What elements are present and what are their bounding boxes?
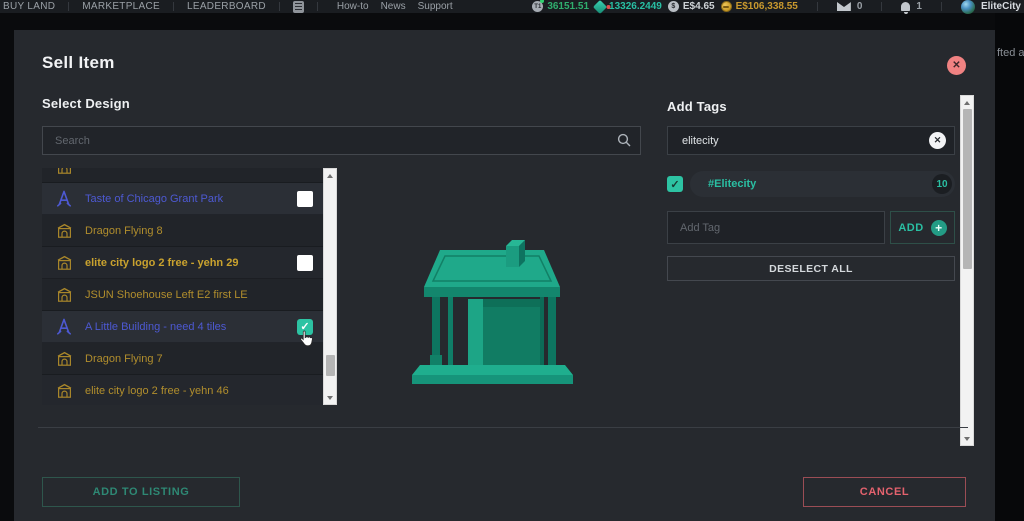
cancel-button[interactable]: CANCEL xyxy=(803,477,966,507)
link-support[interactable]: Support xyxy=(418,1,453,12)
link-news[interactable]: News xyxy=(381,1,406,12)
scroll-down-icon[interactable] xyxy=(961,433,973,444)
search-input[interactable] xyxy=(42,126,641,155)
design-list-item[interactable]: Dragon Flying 8 xyxy=(42,215,323,247)
scrollbar-thumb[interactable] xyxy=(326,355,335,376)
design-search xyxy=(42,126,641,155)
landmark-icon xyxy=(56,318,72,336)
tag-row: #Elitecity 10 xyxy=(667,171,955,197)
design-item-label: A Little Building - need 4 tiles xyxy=(85,321,291,333)
sell-item-modal: Sell Item Select Design xyxy=(14,30,995,521)
design-list-item[interactable] xyxy=(42,168,323,183)
page-title: Sell Item xyxy=(42,53,115,73)
balance-gold[interactable]: E$106,338.55 xyxy=(721,1,798,12)
building-icon xyxy=(56,287,73,303)
close-icon[interactable] xyxy=(947,56,966,75)
scrollbar-thumb[interactable] xyxy=(963,109,972,269)
tag-checkbox-checked[interactable] xyxy=(667,176,683,192)
add-tag-button[interactable]: ADD xyxy=(890,211,955,244)
design-list-item[interactable]: elite city logo 2 free - yehn 29 xyxy=(42,247,323,279)
building-icon xyxy=(56,255,73,271)
divider xyxy=(68,2,69,11)
tag-count-badge: 10 xyxy=(932,174,952,194)
gem-icon xyxy=(593,0,607,14)
scroll-down-icon[interactable] xyxy=(324,392,336,403)
modal-scrollbar[interactable] xyxy=(960,95,974,446)
select-design-heading: Select Design xyxy=(42,96,130,111)
tag-filter-input[interactable] xyxy=(667,126,955,155)
design-item-label: JSUN Shoehouse Left E2 first LE xyxy=(85,289,313,301)
gold-coin-icon xyxy=(721,1,732,12)
bell-count: 1 xyxy=(916,1,922,12)
avatar[interactable] xyxy=(961,0,975,14)
balance-usd[interactable]: $ E$4.65 xyxy=(668,1,715,12)
t1-coin-icon: T1 xyxy=(532,1,543,12)
add-tag-input[interactable] xyxy=(667,211,885,244)
tag-pill[interactable]: #Elitecity 10 xyxy=(690,171,955,197)
add-tags-heading: Add Tags xyxy=(667,99,727,114)
tag-label: #Elitecity xyxy=(708,178,932,190)
notification-fragment: fted a j xyxy=(997,47,1024,59)
dollar-coin-icon: $ xyxy=(668,1,679,12)
background-panel: fted a j xyxy=(995,13,1024,521)
design-3d-preview[interactable] xyxy=(390,218,620,400)
feed-icon[interactable] xyxy=(293,1,304,13)
building-icon xyxy=(56,351,73,367)
add-tag xyxy=(667,211,885,244)
mail-count: 0 xyxy=(857,1,863,12)
building-icon xyxy=(56,383,73,399)
username[interactable]: EliteCity xyxy=(981,1,1021,12)
search-icon xyxy=(617,133,631,147)
nav-buy-land[interactable]: BUY LAND xyxy=(3,1,55,12)
design-item-checkbox[interactable] xyxy=(297,255,313,271)
design-list-item[interactable]: A Little Building - need 4 tiles xyxy=(42,311,323,343)
balance-gem[interactable]: 13326.2449 xyxy=(595,1,662,12)
design-item-label: elite city logo 2 free - yehn 46 xyxy=(85,385,313,397)
nav-marketplace[interactable]: MARKETPLACE xyxy=(82,1,160,12)
design-list-scrollbar[interactable] xyxy=(323,168,337,405)
mail-icon[interactable] xyxy=(837,2,851,11)
design-item-checkbox[interactable] xyxy=(297,191,313,207)
bell-icon[interactable] xyxy=(901,2,910,11)
building-icon xyxy=(56,223,73,239)
deselect-all-button[interactable]: DESELECT ALL xyxy=(667,256,955,281)
scroll-up-icon[interactable] xyxy=(961,97,973,108)
divider xyxy=(941,2,942,11)
clear-icon[interactable] xyxy=(929,132,946,149)
design-list-item[interactable]: JSUN Shoehouse Left E2 first LE xyxy=(42,279,323,311)
divider xyxy=(279,2,280,11)
balance-t1[interactable]: T1 36151.51 xyxy=(532,1,589,12)
add-to-listing-button[interactable]: ADD TO LISTING xyxy=(42,477,240,507)
design-list: Taste of Chicago Grant Park Dragon Flyin… xyxy=(42,168,323,405)
divider xyxy=(38,427,968,428)
plus-icon xyxy=(931,220,947,236)
tag-filter xyxy=(667,126,955,155)
divider xyxy=(817,2,818,11)
scroll-up-icon[interactable] xyxy=(324,170,336,181)
building-icon xyxy=(56,168,73,175)
design-list-item[interactable]: Dragon Flying 7 xyxy=(42,343,323,375)
link-how-to[interactable]: How-to xyxy=(337,1,369,12)
top-navigation-bar: BUY LAND MARKETPLACE LEADERBOARD How-to … xyxy=(0,0,1024,13)
landmark-icon xyxy=(56,190,72,208)
design-item-label: Dragon Flying 7 xyxy=(85,353,313,365)
divider xyxy=(317,2,318,11)
design-item-checkbox[interactable] xyxy=(297,319,313,335)
design-list-item[interactable]: elite city logo 2 free - yehn 46 xyxy=(42,375,323,405)
design-item-label: Dragon Flying 8 xyxy=(85,225,313,237)
nav-leaderboard[interactable]: LEADERBOARD xyxy=(187,1,266,12)
design-item-label: Taste of Chicago Grant Park xyxy=(85,193,291,205)
divider xyxy=(881,2,882,11)
divider xyxy=(173,2,174,11)
design-list-item[interactable]: Taste of Chicago Grant Park xyxy=(42,183,323,215)
design-item-label: elite city logo 2 free - yehn 29 xyxy=(85,257,291,269)
